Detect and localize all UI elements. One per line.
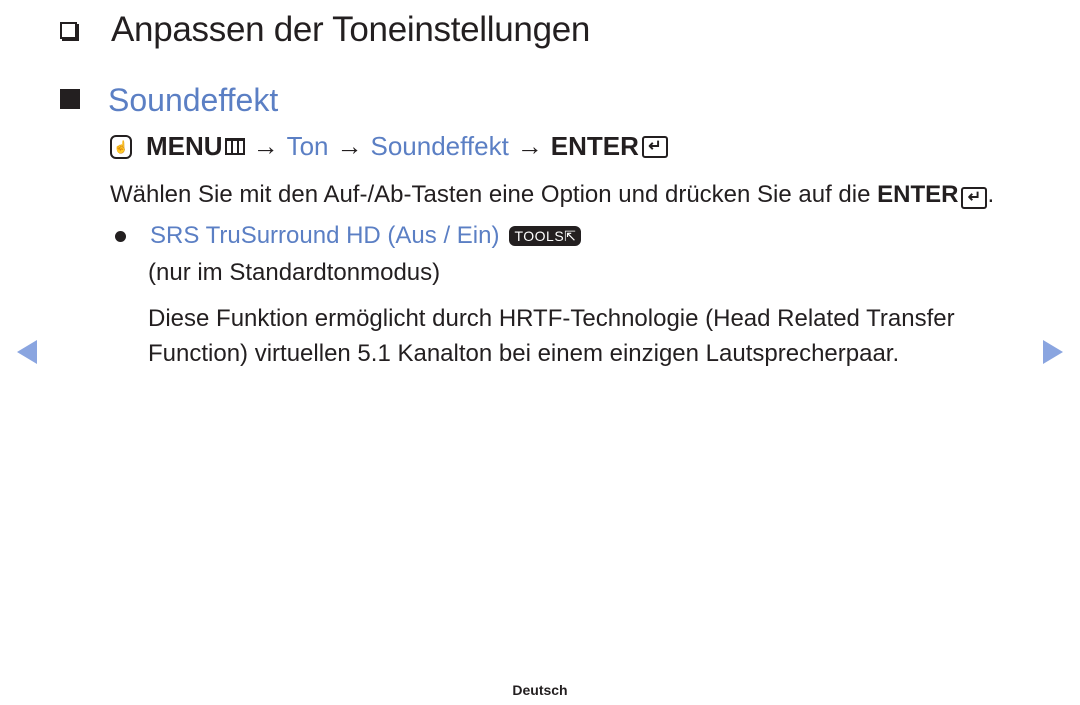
- page-title: Anpassen der Toneinstellungen: [60, 10, 590, 50]
- enter-icon: ↵: [961, 187, 988, 209]
- description-line-2: Function) virtuellen 5.1 Kanalton bei ei…: [148, 340, 900, 367]
- menu-path: ☝ MENU → Ton → Soundeffekt → ENTER ↵: [110, 131, 668, 162]
- option-label: SRS TruSurround HD (Aus / Ein): [150, 222, 500, 249]
- tools-icon: ⇱: [564, 228, 577, 244]
- option-note: (nur im Standardtonmodus): [148, 259, 441, 286]
- path-step-soundeffekt: Soundeffekt: [370, 131, 509, 161]
- page-title-text: Anpassen der Toneinstellungen: [111, 10, 591, 49]
- enter-icon: ↵: [641, 135, 668, 158]
- instruction-enter-label: ENTER: [877, 181, 959, 208]
- section-heading: Soundeffekt: [60, 82, 278, 119]
- instruction-text: Wählen Sie mit den Auf-/Ab-Tasten eine O…: [110, 181, 994, 209]
- arrow-icon: →: [336, 131, 363, 161]
- arrow-icon: →: [516, 131, 543, 161]
- path-step-ton: Ton: [286, 131, 329, 161]
- checkbox-square-icon: [60, 22, 77, 39]
- menu-label: MENU: [146, 131, 223, 161]
- arrow-icon: →: [252, 131, 279, 161]
- instruction-end: .: [987, 181, 995, 208]
- tools-badge: TOOLS⇱: [509, 226, 582, 246]
- hand-pointer-icon: ☝: [110, 134, 132, 159]
- next-page-arrow-icon[interactable]: [1043, 340, 1063, 364]
- option-item: SRS TruSurround HD (Aus / Ein) TOOLS⇱: [115, 222, 582, 250]
- tools-label: TOOLS: [514, 228, 565, 244]
- bullet-icon: [115, 230, 126, 242]
- section-title: Soundeffekt: [108, 82, 279, 118]
- option-description: Diese Funktion ermöglicht durch HRTF-Tec…: [148, 301, 955, 371]
- instruction-body: Wählen Sie mit den Auf-/Ab-Tasten eine O…: [110, 181, 878, 208]
- menu-icon: [224, 138, 245, 155]
- description-line-1: Diese Funktion ermöglicht durch HRTF-Tec…: [148, 305, 955, 332]
- enter-label: ENTER: [550, 131, 639, 161]
- filled-square-icon: [60, 89, 80, 109]
- footer-language: Deutsch: [512, 682, 568, 698]
- previous-page-arrow-icon[interactable]: [17, 340, 37, 364]
